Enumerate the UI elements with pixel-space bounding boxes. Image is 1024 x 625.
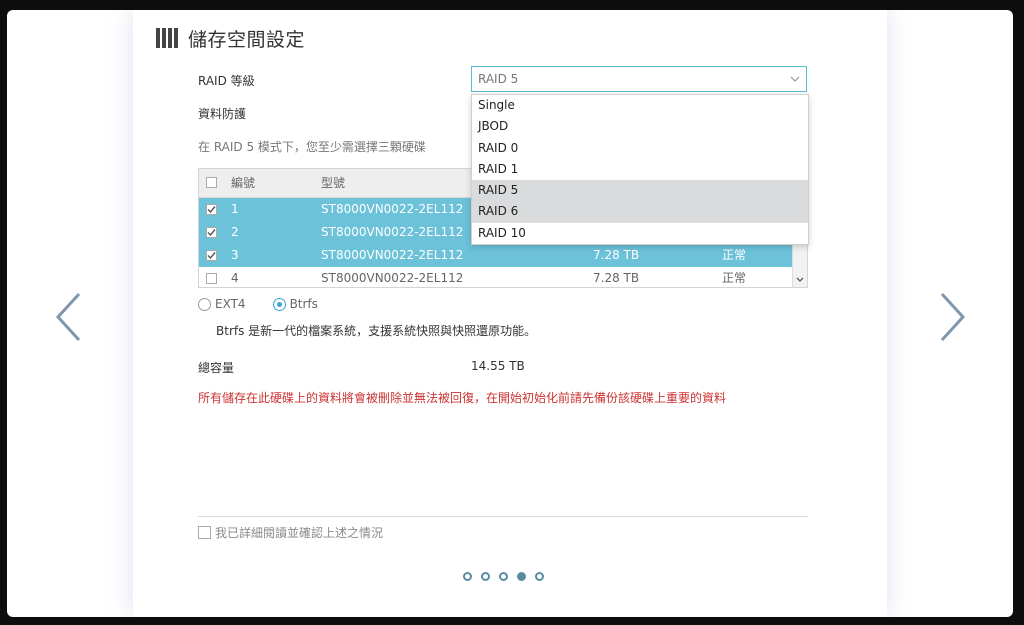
data-loss-warning: 所有儲存在此硬碟上的資料將會被刪除並無法被回復，在開始初始化前請先備份該硬碟上重… — [198, 391, 727, 405]
raid-option-raid5[interactable]: RAID 5 — [472, 180, 808, 202]
disk-number: 2 — [231, 225, 239, 239]
disk-status: 正常 — [722, 271, 747, 285]
raid-option-single[interactable]: Single — [472, 95, 808, 116]
raid-level-dropdown: Single JBOD RAID 0 RAID 1 RAID 5 RAID 6 … — [471, 94, 809, 245]
column-header-model: 型號 — [321, 176, 346, 190]
disk-model: ST8000VN0022-2EL112 — [321, 248, 464, 262]
total-capacity-label: 總容量 — [198, 361, 235, 375]
btrfs-radio[interactable] — [272, 297, 286, 311]
disk-status: 正常 — [722, 248, 747, 262]
btrfs-label: Btrfs — [289, 297, 318, 311]
step-dot-5[interactable] — [535, 572, 544, 581]
disk-stack-icon — [156, 28, 178, 48]
scroll-down-icon[interactable] — [795, 276, 805, 284]
raid-option-raid0[interactable]: RAID 0 — [472, 138, 808, 159]
chevron-down-icon — [790, 76, 800, 82]
raid-option-raid6[interactable]: RAID 6 — [472, 201, 808, 223]
disk-model: ST8000VN0022-2EL112 — [321, 271, 464, 285]
row-checkbox[interactable] — [206, 227, 217, 238]
row-checkbox[interactable] — [206, 250, 217, 261]
data-protection-label: 資料防護 — [198, 107, 247, 121]
select-all-checkbox[interactable] — [206, 177, 217, 188]
step-dot-1[interactable] — [463, 572, 472, 581]
disk-model: ST8000VN0022-2EL112 — [321, 225, 464, 239]
ext4-radio[interactable] — [198, 297, 211, 311]
confirm-checkbox[interactable] — [198, 526, 211, 539]
step-dot-3[interactable] — [499, 572, 508, 581]
disk-number: 4 — [231, 271, 239, 285]
raid-option-raid1[interactable]: RAID 1 — [472, 159, 808, 180]
page-title: 儲存空間設定 — [188, 28, 306, 51]
row-checkbox[interactable] — [206, 204, 217, 215]
raid-level-select[interactable]: RAID 5 — [471, 66, 807, 92]
total-capacity-value: 14.55 TB — [471, 359, 525, 373]
disk-number: 3 — [231, 248, 239, 262]
checkmark-icon — [207, 252, 216, 260]
confirm-label[interactable]: 我已詳細閱讀並確認上述之情況 — [215, 524, 383, 541]
next-step-arrow-icon[interactable] — [935, 290, 969, 344]
raid-option-jbod[interactable]: JBOD — [472, 116, 808, 137]
disk-model: ST8000VN0022-2EL112 — [321, 202, 464, 216]
row-checkbox[interactable] — [206, 273, 217, 284]
column-header-number: 編號 — [231, 176, 256, 190]
disk-size: 7.28 TB — [593, 271, 640, 285]
checkmark-icon — [207, 206, 216, 214]
checkmark-icon — [207, 229, 216, 237]
filesystem-options: EXT4 Btrfs — [198, 296, 318, 312]
confirm-row: 我已詳細閱讀並確認上述之情況 — [198, 524, 383, 541]
table-row[interactable]: 3 ST8000VN0022-2EL112 7.28 TB 正常 — [199, 244, 807, 267]
disk-size: 7.28 TB — [593, 248, 640, 262]
disk-number: 1 — [231, 202, 239, 216]
filesystem-description: Btrfs 是新一代的檔案系統，支援系統快照與快照還原功能。 — [216, 324, 537, 338]
ext4-label: EXT4 — [215, 297, 246, 311]
raid-hint: 在 RAID 5 模式下，您至少需選擇三顆硬碟 — [198, 140, 426, 154]
divider — [198, 516, 808, 517]
raid-option-raid10[interactable]: RAID 10 — [472, 223, 808, 244]
table-row[interactable]: 4 ST8000VN0022-2EL112 7.28 TB 正常 — [199, 267, 807, 287]
title-row: 儲存空間設定 — [156, 24, 305, 52]
step-pagination — [463, 572, 553, 581]
step-dot-4[interactable] — [517, 572, 526, 581]
raid-level-label: RAID 等級 — [198, 74, 255, 88]
previous-step-arrow-icon[interactable] — [52, 290, 86, 344]
step-dot-2[interactable] — [481, 572, 490, 581]
raid-level-selected-value: RAID 5 — [478, 72, 519, 86]
